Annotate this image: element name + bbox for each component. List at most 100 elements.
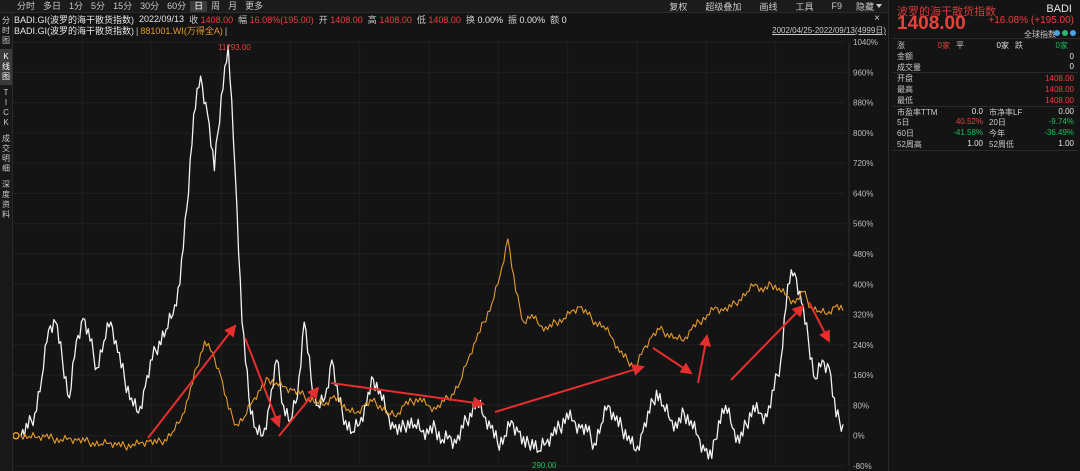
stat-label: 最低 (897, 95, 913, 105)
tab-5[interactable]: 30分 (136, 1, 163, 12)
stat-label: 52周高 (897, 140, 922, 150)
y-tick-label: 720% (853, 159, 873, 168)
y-tick-label: -80% (853, 462, 872, 471)
close-icon[interactable]: × (874, 13, 880, 24)
quote-stats: 涨 0家平 0家跌 0家 金额 0 成交量 0 开盘 1408.00 最高 1408.00 最低 1408… (893, 40, 1078, 151)
amplitude-value: 16.08%(195.00) (249, 14, 314, 25)
tool-2[interactable]: 画线 (759, 0, 777, 13)
tool-0[interactable]: 复权 (669, 0, 687, 13)
y-tick-label: 560% (853, 220, 873, 229)
stat-value: 0 (1069, 62, 1074, 72)
stat-cell: 平 0家 (956, 40, 1015, 51)
stat-value: 0.00 (1058, 106, 1074, 116)
stat-label: 金额 (897, 51, 913, 61)
chevron-down-icon (876, 4, 882, 8)
trend-arrow (730, 304, 805, 381)
y-tick-label: 480% (853, 250, 873, 259)
stat-row: 市盈率TTM 0.0 市净率LF 0.00 (897, 107, 1074, 118)
swing-value: 0.00% (519, 14, 546, 25)
stat-cell: 市净率LF 0.00 (989, 107, 1074, 118)
volume-label: 额 (550, 14, 560, 25)
tool-1[interactable]: 超级叠加 (705, 0, 741, 13)
stat-value: 0家 (1055, 40, 1068, 50)
sidebar-char: 分 (2, 16, 10, 25)
stat-row: 最高 1408.00 (897, 84, 1074, 95)
stat-row: 52周高 1.00 52周低 1.00 (897, 139, 1074, 150)
trend-arrow (652, 347, 693, 375)
info-icon[interactable] (1054, 30, 1060, 36)
sidebar-item-1[interactable]: K线图 (0, 49, 12, 85)
stat-cell: 跌 0家 (1015, 40, 1074, 51)
sidebar-char: T (3, 88, 9, 97)
stat-label: 5日 (897, 118, 910, 128)
hide-button[interactable]: 隐藏 (856, 0, 882, 13)
refresh-icon[interactable] (1062, 30, 1068, 36)
tab-9[interactable]: 月 (224, 1, 241, 12)
period-tabs: 分时 多日 1分 5分 15分 30分 60分日周月更多 (0, 0, 267, 12)
sidebar-item-0[interactable]: 分时图 (0, 13, 12, 49)
index-code: BADI (1046, 3, 1072, 15)
stat-label: 成交量 (897, 62, 921, 72)
sidebar-char: C (3, 108, 9, 117)
quote-panel: 波罗的海干散货指数 BADI 1408.00 +16.08% (+195.00)… (893, 0, 1080, 471)
stat-row: 涨 0家平 0家跌 0家 (897, 40, 1074, 51)
stat-value: 1408.00 (1045, 74, 1074, 84)
tool-4[interactable]: F9 (831, 1, 842, 11)
tab-7[interactable]: 日 (190, 0, 208, 12)
stat-label: 20日 (989, 118, 1006, 128)
tab-10[interactable]: 更多 (241, 1, 267, 12)
sidebar-char: 细 (2, 164, 10, 173)
y-tick-label: 80% (853, 401, 869, 410)
sidebar-item-4[interactable]: 深度资料 (0, 177, 12, 223)
trend-arrow (808, 301, 830, 343)
stat-value: 40.52% (955, 117, 983, 127)
stat-cell: 今年 -36.49% (989, 128, 1074, 139)
quote-date: 2022/09/13 (139, 14, 185, 24)
stat-label: 市盈率TTM (897, 107, 938, 117)
tab-6[interactable]: 60分 (163, 1, 190, 12)
y-tick-label: 160% (853, 371, 873, 380)
max-annotation: 11793.00 (218, 43, 251, 52)
open-label: 开 (318, 14, 328, 25)
sidebar-char: 交 (2, 144, 10, 153)
tab-3[interactable]: 5分 (87, 1, 109, 12)
tool-3[interactable]: 工具 (795, 0, 813, 13)
y-tick-label: 320% (853, 311, 873, 320)
chart-legend: BADI.GI(波罗的海干散货指数) | 881001.WI(万得全A) | (14, 25, 228, 37)
stat-cell: 市盈率TTM 0.0 (897, 107, 989, 118)
low-value: 1408.00 (428, 14, 461, 25)
y-tick-label: 1040% (853, 38, 878, 47)
y-tick-label: 0% (853, 432, 865, 441)
overlay-line-chart[interactable]: 1040% 960% 880% 800% 720% 640% 560% 480% 400% 320… (13, 36, 889, 471)
stat-row: 60日 -41.58% 今年 -36.49% (897, 128, 1074, 139)
stat-cell: 52周高 1.00 (897, 139, 989, 150)
tab-4[interactable]: 15分 (109, 1, 136, 12)
tab-8[interactable]: 周 (207, 1, 224, 12)
sidebar-item-2[interactable]: TICK (0, 85, 12, 131)
stat-row: 5日 40.52% 20日 -9.74% (897, 117, 1074, 129)
y-tick-label: 960% (853, 68, 873, 77)
tab-0[interactable]: 分时 (13, 1, 39, 12)
stat-cell: 涨 0家 (897, 40, 956, 51)
legend-separator-end: | (224, 25, 228, 36)
quote-divider (893, 38, 1080, 39)
y-tick-label: 240% (853, 341, 873, 350)
stat-value: 0家 (937, 40, 950, 50)
tab-1[interactable]: 多日 (39, 1, 65, 12)
tab-2[interactable]: 1分 (65, 1, 87, 12)
settings-icon[interactable] (1070, 30, 1076, 36)
stat-value: 1.00 (967, 139, 983, 149)
panel-divider[interactable] (888, 0, 889, 471)
y-tick-label: 800% (853, 129, 873, 138)
sidebar-item-3[interactable]: 成交明细 (0, 131, 12, 177)
stat-label: 涨 (897, 40, 905, 50)
stat-label: 52周低 (989, 140, 1014, 150)
sidebar-char: I (4, 98, 8, 107)
sidebar-char: 料 (2, 210, 10, 219)
date-range[interactable]: 2002/04/25-2022/09/13(4999日) (772, 25, 886, 36)
sidebar-char: 资 (2, 200, 10, 209)
sidebar-char: K (3, 118, 9, 127)
close-value: 1408.00 (200, 14, 234, 25)
chart-tools: 复权 超级叠加 画线 工具 F9 隐藏 (651, 0, 882, 12)
low-label: 低 (416, 14, 426, 25)
